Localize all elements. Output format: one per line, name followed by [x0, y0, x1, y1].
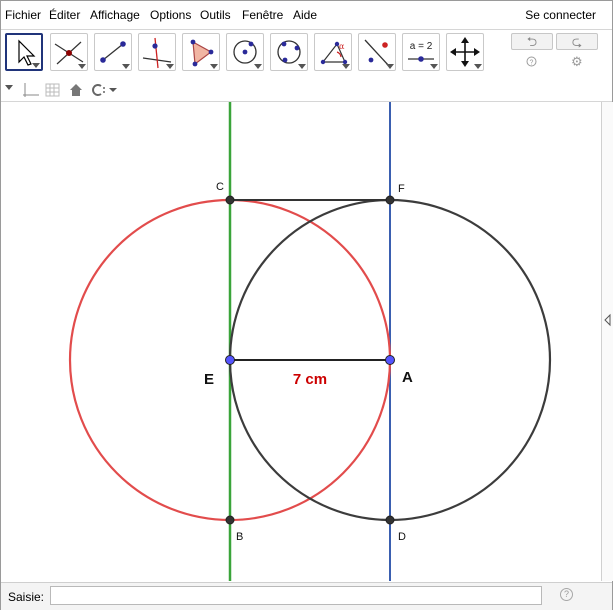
- move-tool-button[interactable]: [5, 33, 43, 71]
- slider-tool-button[interactable]: a = 2: [402, 33, 440, 71]
- dropdown-triangle-icon: [210, 64, 218, 69]
- side-panel-toggle-bar[interactable]: [601, 102, 613, 581]
- graphics-view[interactable]: 7 cm C F E A B D: [1, 102, 601, 581]
- point-a[interactable]: [385, 355, 395, 365]
- angle-tool-button[interactable]: α: [314, 33, 352, 71]
- dropdown-triangle-icon: [298, 64, 306, 69]
- geogebra-window: Fichier Éditer Affichage Options Outils …: [0, 0, 613, 610]
- circle-three-points-tool-button[interactable]: [270, 33, 308, 71]
- point-label-c: C: [216, 181, 224, 193]
- dropdown-triangle-icon: [474, 64, 482, 69]
- menu-editer[interactable]: Éditer: [49, 8, 80, 22]
- point-c[interactable]: [225, 195, 235, 205]
- sign-in-link[interactable]: Se connecter: [525, 8, 596, 22]
- point-e[interactable]: [225, 355, 235, 365]
- dropdown-triangle-icon: [254, 64, 262, 69]
- segment-length-label: 7 cm: [293, 371, 327, 388]
- move-graphics-view-tool-button[interactable]: [446, 33, 484, 71]
- polygon-tool-button[interactable]: [182, 33, 220, 71]
- point-label-f: F: [398, 183, 405, 195]
- reflect-tool-button[interactable]: [358, 33, 396, 71]
- point-b[interactable]: [225, 515, 235, 525]
- menu-affichage[interactable]: Affichage: [90, 8, 140, 22]
- axes-icon[interactable]: [23, 83, 39, 97]
- expand-panel-icon[interactable]: [604, 313, 611, 327]
- menu-fichier[interactable]: Fichier: [5, 8, 41, 22]
- input-help-icon[interactable]: ?: [560, 588, 573, 601]
- input-label: Saisie:: [8, 590, 45, 604]
- toolbar: α a = 2 ⮌ ⮎ ? ⚙: [1, 30, 612, 78]
- menu-outils[interactable]: Outils: [200, 8, 231, 22]
- dropdown-triangle-icon: [386, 64, 394, 69]
- grid-icon[interactable]: [45, 83, 60, 97]
- undo-icon: ⮌: [526, 34, 538, 49]
- redo-icon: ⮎: [571, 34, 583, 49]
- dropdown-triangle-icon: [166, 64, 174, 69]
- toggle-stylebar-icon[interactable]: [5, 85, 13, 90]
- geometry-canvas[interactable]: 7 cm C F E A B D: [1, 102, 601, 581]
- dropdown-triangle-icon: [32, 63, 40, 68]
- dropdown-triangle-icon: [78, 64, 86, 69]
- gear-icon[interactable]: ⚙: [571, 54, 583, 70]
- point-label-e: E: [204, 371, 214, 388]
- input-bar: Saisie: ?: [1, 582, 612, 610]
- line-tool-button[interactable]: [94, 33, 132, 71]
- redo-button[interactable]: ⮎: [556, 33, 598, 50]
- svg-text:α: α: [339, 42, 345, 51]
- point-capture-icon[interactable]: [92, 84, 117, 96]
- point-f[interactable]: [385, 195, 395, 205]
- input-field[interactable]: [50, 586, 542, 605]
- dropdown-triangle-icon: [430, 64, 438, 69]
- point-d[interactable]: [385, 515, 395, 525]
- point-label-b: B: [236, 531, 243, 543]
- undo-button[interactable]: ⮌: [511, 33, 553, 50]
- slider-icon-label: a = 2: [410, 41, 433, 52]
- perpendicular-line-tool-button[interactable]: [138, 33, 176, 71]
- circle-center-point-tool-button[interactable]: [226, 33, 264, 71]
- dropdown-triangle-icon: [122, 64, 130, 69]
- point-tool-button[interactable]: [50, 33, 88, 71]
- point-label-a: A: [402, 369, 413, 386]
- style-bar: [1, 79, 612, 102]
- menu-aide[interactable]: Aide: [293, 8, 317, 22]
- home-view-icon[interactable]: [70, 84, 82, 96]
- svg-text:?: ?: [530, 59, 534, 66]
- point-label-d: D: [398, 531, 406, 543]
- dropdown-triangle-icon: [342, 64, 350, 69]
- help-icon[interactable]: ?: [526, 56, 537, 70]
- menu-bar: Fichier Éditer Affichage Options Outils …: [1, 1, 612, 30]
- menu-fenetre[interactable]: Fenêtre: [242, 8, 283, 22]
- menu-options[interactable]: Options: [150, 8, 191, 22]
